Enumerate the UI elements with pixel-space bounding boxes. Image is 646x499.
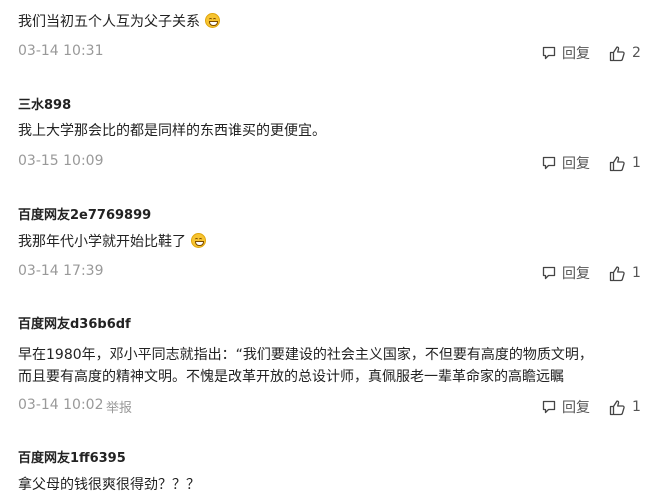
comment-text-content: 我那年代小学就开始比鞋了 xyxy=(18,234,186,250)
reply-label: 回复 xyxy=(562,46,590,62)
like-count: 1 xyxy=(632,399,641,415)
comment-bubble-icon xyxy=(542,156,556,170)
comment-text: 拿父母的钱很爽很得劲？？？ xyxy=(18,477,200,493)
thumbs-up-icon xyxy=(609,155,625,171)
comment-time: 03-15 10:09 xyxy=(18,153,104,169)
reply-button[interactable]: 回复 xyxy=(541,43,590,63)
comment-meta: 03-14 10:02 举报 回复 1 xyxy=(18,397,646,417)
comment-text-content: 我们当初五个人互为父子关系 xyxy=(18,14,200,30)
like-button[interactable]: 2 xyxy=(609,43,641,63)
comment-meta: 03-15 10:09 回复 1 xyxy=(18,153,646,173)
thumbs-up-icon xyxy=(609,399,625,415)
comment-text: 我们当初五个人互为父子关系 xyxy=(18,9,636,35)
reply-button[interactable]: 回复 xyxy=(541,153,590,173)
like-count: 1 xyxy=(632,155,641,171)
comment-meta: 03-14 10:31 回复 2 xyxy=(18,43,646,63)
grin-emoji-icon xyxy=(205,13,220,28)
comment-author[interactable]: 百度网友2e7769899 xyxy=(18,204,151,223)
report-link[interactable]: 举报 xyxy=(106,397,132,416)
comment-bubble-icon xyxy=(542,46,556,60)
comment-time: 03-14 10:02 xyxy=(18,397,104,413)
comment-author[interactable]: 百度网友d36b6df xyxy=(18,313,131,332)
comment-text: 我那年代小学就开始比鞋了 xyxy=(18,229,636,255)
like-count: 1 xyxy=(632,265,641,281)
comment-text-line: 而且要有高度的精神文明。不愧是改革开放的总设计师，真佩服老一辈革命家的高瞻远瞩 xyxy=(18,369,564,385)
reply-label: 回复 xyxy=(562,266,590,282)
grin-emoji-icon xyxy=(191,233,206,248)
thumbs-up-icon xyxy=(609,45,625,61)
reply-button[interactable]: 回复 xyxy=(541,397,590,417)
comment-bubble-icon xyxy=(542,400,556,414)
comment-time: 03-14 17:39 xyxy=(18,263,104,279)
comment-text: 我上大学那会比的都是同样的东西谁买的更便宜。 xyxy=(18,123,326,139)
comment-time: 03-14 10:31 xyxy=(18,43,104,59)
like-count: 2 xyxy=(632,45,641,61)
comment-meta: 03-14 17:39 回复 1 xyxy=(18,263,646,283)
comment-author[interactable]: 三水898 xyxy=(18,94,71,113)
reply-label: 回复 xyxy=(562,156,590,172)
reply-label: 回复 xyxy=(562,400,590,416)
like-button[interactable]: 1 xyxy=(609,263,641,283)
like-button[interactable]: 1 xyxy=(609,397,641,417)
reply-button[interactable]: 回复 xyxy=(541,263,590,283)
comment-author[interactable]: 百度网友1ff6395 xyxy=(18,447,126,466)
like-button[interactable]: 1 xyxy=(609,153,641,173)
comment-bubble-icon xyxy=(542,266,556,280)
thumbs-up-icon xyxy=(609,265,625,281)
